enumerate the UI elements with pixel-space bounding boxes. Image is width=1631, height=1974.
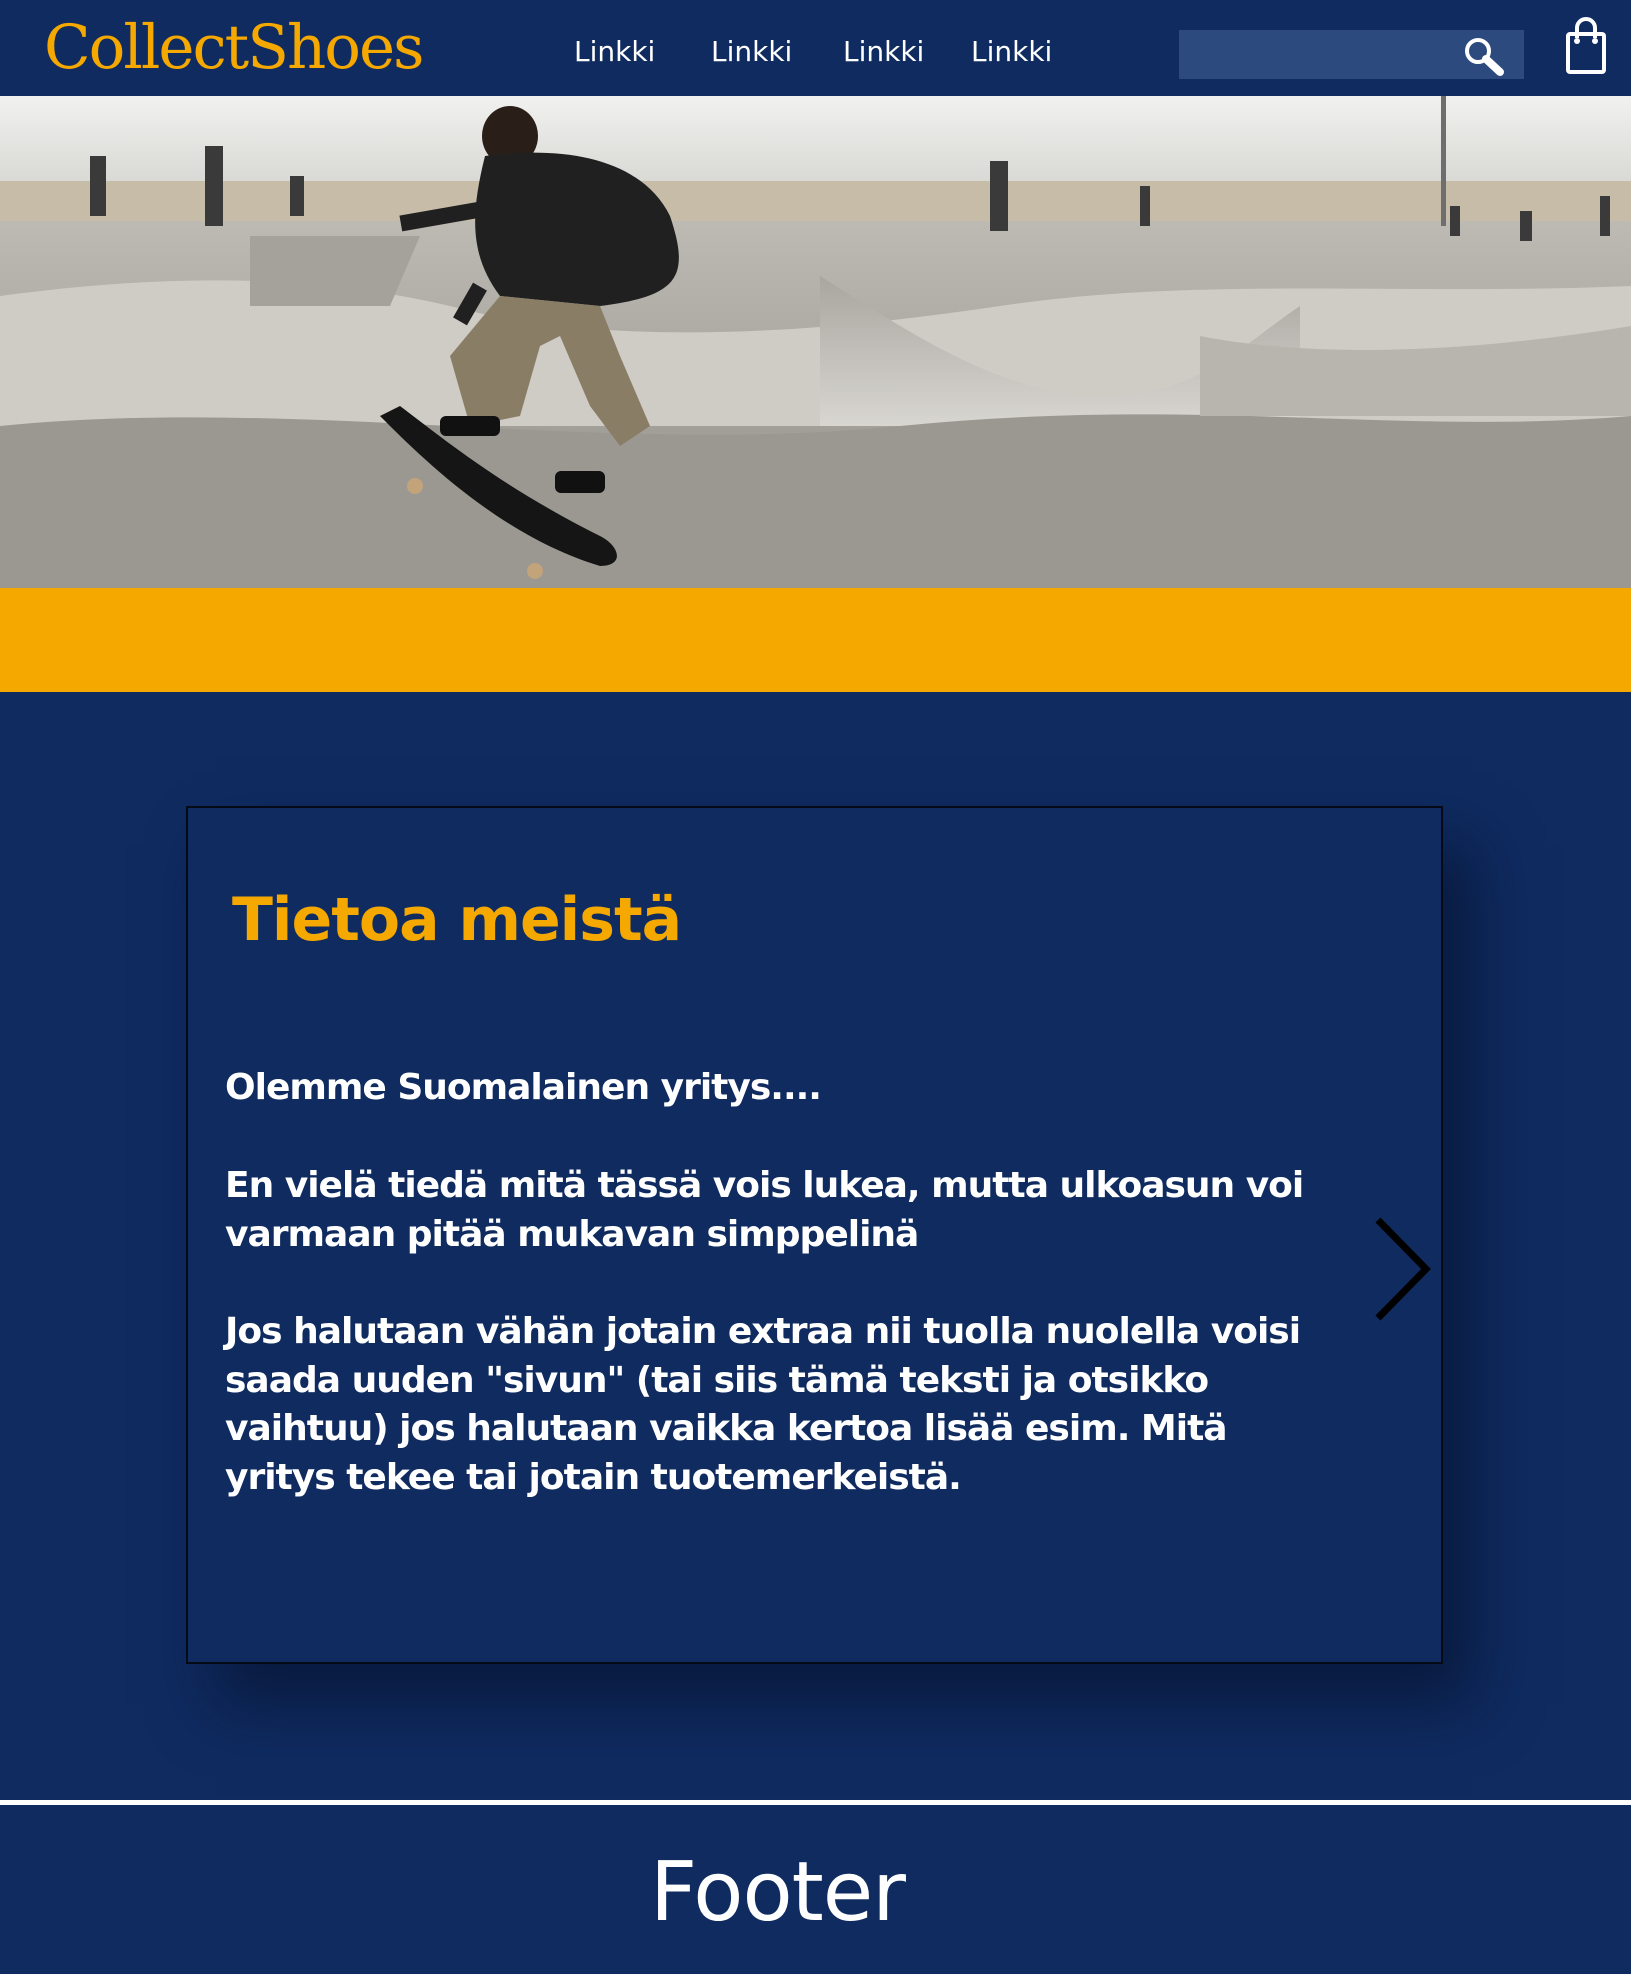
footer-divider — [0, 1800, 1631, 1805]
about-paragraph-3: Jos halutaan vähän jotain extraa nii tuo… — [225, 1311, 1301, 1498]
footer-text: Footer — [650, 1845, 906, 1940]
accent-band — [0, 588, 1631, 692]
about-paragraph-1: Olemme Suomalainen yritys.... — [225, 1067, 822, 1108]
search-input[interactable] — [1179, 30, 1459, 79]
nav-link-2[interactable]: Linkki — [711, 30, 792, 74]
shopping-bag-icon[interactable] — [1564, 16, 1608, 76]
about-paragraph-2: En vielä tiedä mitä tässä vois lukea, mu… — [225, 1165, 1304, 1255]
site-logo[interactable]: CollectShoes — [44, 8, 424, 88]
search-icon[interactable] — [1462, 35, 1506, 77]
search-bar — [1179, 30, 1524, 79]
nav-link-4[interactable]: Linkki — [971, 30, 1052, 74]
about-title: Tietoa meistä — [232, 885, 682, 955]
nav-link-3[interactable]: Linkki — [843, 30, 924, 74]
chevron-right-icon[interactable] — [1372, 1216, 1432, 1322]
about-card: Tietoa meistä Olemme Suomalainen yritys.… — [186, 806, 1443, 1664]
site-header: CollectShoes Linkki Linkki Linkki Linkki — [0, 0, 1631, 96]
skatepark-photo — [0, 96, 1631, 588]
hero-image — [0, 96, 1631, 588]
nav-link-1[interactable]: Linkki — [574, 30, 655, 74]
